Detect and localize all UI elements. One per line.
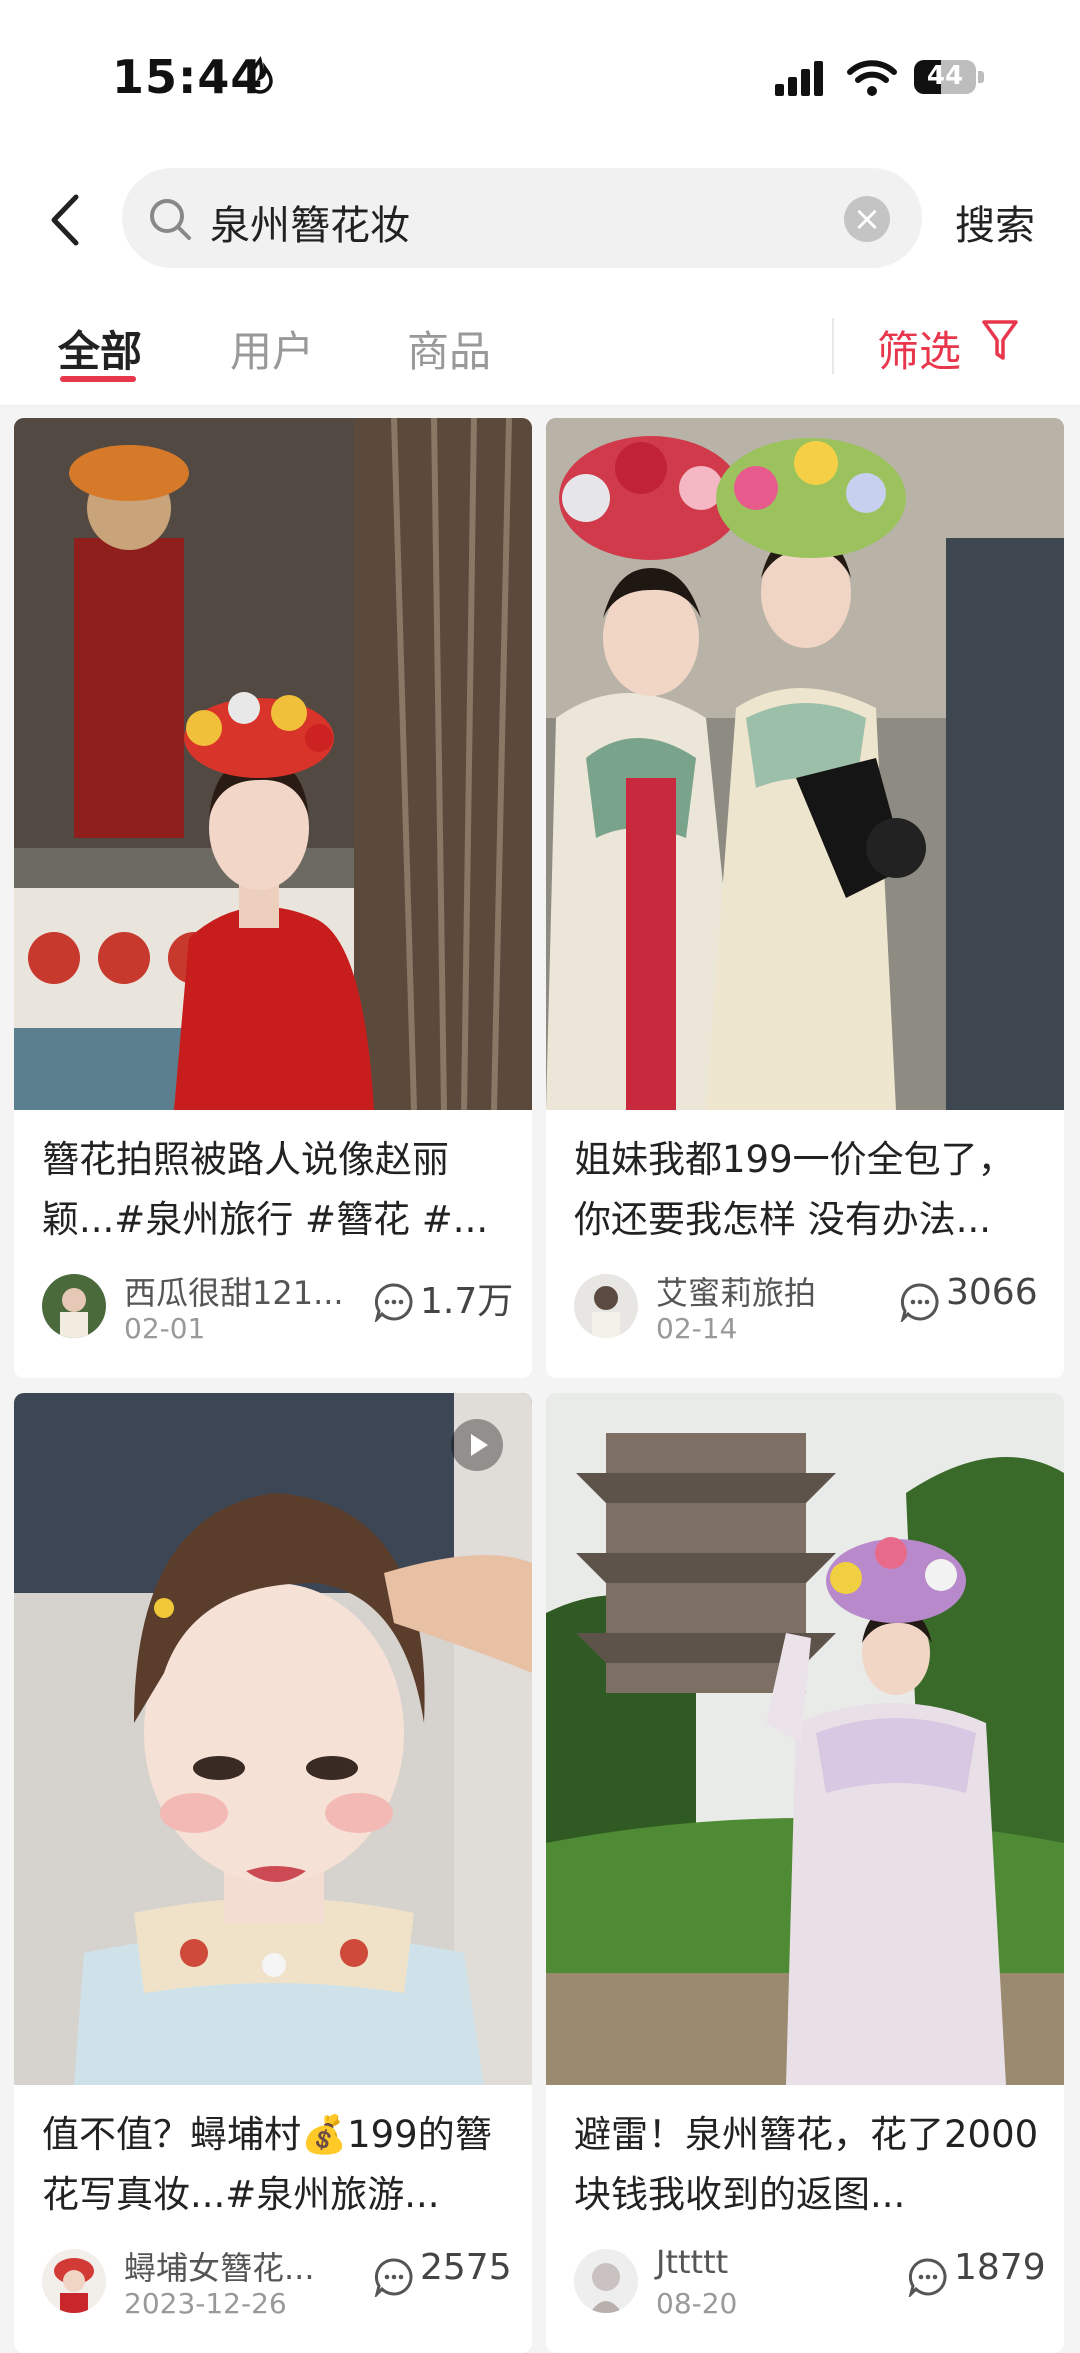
tab-products[interactable]: 商品 (407, 318, 491, 379)
author-name[interactable]: Jttttt (656, 2243, 728, 2281)
note-cover-image[interactable] (14, 418, 532, 1110)
author-name[interactable]: 西瓜很甜121... (124, 1268, 344, 1314)
tab-users[interactable]: 用户 (230, 318, 314, 379)
post-date: 2023-12-26 (124, 2287, 287, 2320)
note-title[interactable]: 值不值？蟳埔村💰199的簪花写真妆...#泉州旅游... (42, 2105, 512, 2225)
filter-icon[interactable] (980, 316, 1020, 366)
battery-icon: 44 (914, 58, 986, 98)
back-icon[interactable] (40, 185, 90, 255)
clear-icon[interactable]: × (844, 196, 890, 242)
note-title[interactable]: 避雷！泉州簪花，花了2000块钱我收到的返图... (574, 2105, 1044, 2225)
wifi-icon (847, 60, 897, 96)
comment-count: 1.7万 (420, 1281, 514, 1322)
author-avatar[interactable] (42, 1274, 106, 1338)
note-cover-image[interactable] (546, 1393, 1064, 2085)
tab-active-indicator (60, 376, 136, 382)
comment-count: 2575 (420, 2247, 512, 2288)
status-bar: 15:44 44 (0, 0, 1080, 160)
post-date: 08-20 (656, 2287, 738, 2320)
search-header: 泉州簪花妆 × 搜索 (0, 160, 1080, 280)
note-cover-image[interactable] (546, 418, 1064, 1110)
video-play-icon (451, 1419, 503, 1471)
search-input[interactable]: 泉州簪花妆 × (122, 168, 922, 268)
status-time: 15:44 (112, 50, 264, 104)
search-button[interactable]: 搜索 (955, 193, 1035, 251)
filter-button[interactable]: 筛选 (877, 318, 961, 379)
note-cover-image[interactable] (14, 1393, 532, 2085)
battery-level: 44 (926, 61, 964, 91)
note-card-2[interactable]: 姐妹我都199一价全包了，你还要我怎样 没有办法... 艾蜜莉旅拍 02-14 … (546, 418, 1064, 1378)
comment-icon[interactable] (374, 1282, 414, 1322)
author-name[interactable]: 蟳埔女簪花... (124, 2243, 315, 2289)
tab-bar: 全部 用户 商品 筛选 (0, 280, 1080, 406)
comment-icon[interactable] (900, 1282, 940, 1322)
author-name[interactable]: 艾蜜莉旅拍 (656, 1268, 816, 1314)
comment-count: 3066 (946, 1272, 1038, 1313)
note-card-1[interactable]: 簪花拍照被路人说像赵丽颖...#泉州旅行 #簪花 #... 西瓜很甜121...… (14, 418, 532, 1378)
post-date: 02-14 (656, 1312, 738, 1345)
cellular-signal-icon (775, 61, 823, 96)
search-icon (150, 199, 191, 240)
author-avatar[interactable] (574, 2249, 638, 2313)
note-title[interactable]: 姐妹我都199一价全包了，你还要我怎样 没有办法... (574, 1130, 1044, 1250)
note-card-4[interactable]: 避雷！泉州簪花，花了2000块钱我收到的返图... Jttttt 08-20 1… (546, 1393, 1064, 2353)
comment-icon[interactable] (908, 2257, 948, 2297)
tab-all[interactable]: 全部 (58, 318, 142, 379)
search-query: 泉州簪花妆 (210, 203, 410, 249)
note-card-3[interactable]: 值不值？蟳埔村💰199的簪花写真妆...#泉州旅游... 蟳埔女簪花... 20… (14, 1393, 532, 2353)
author-avatar[interactable] (574, 1274, 638, 1338)
note-title[interactable]: 簪花拍照被路人说像赵丽颖...#泉州旅行 #簪花 #... (42, 1130, 512, 1250)
comment-count: 1879 (954, 2247, 1046, 2288)
author-avatar[interactable] (42, 2249, 106, 2313)
divider (832, 318, 834, 374)
tiktok-icon (247, 56, 273, 94)
comment-icon[interactable] (374, 2257, 414, 2297)
post-date: 02-01 (124, 1312, 206, 1345)
